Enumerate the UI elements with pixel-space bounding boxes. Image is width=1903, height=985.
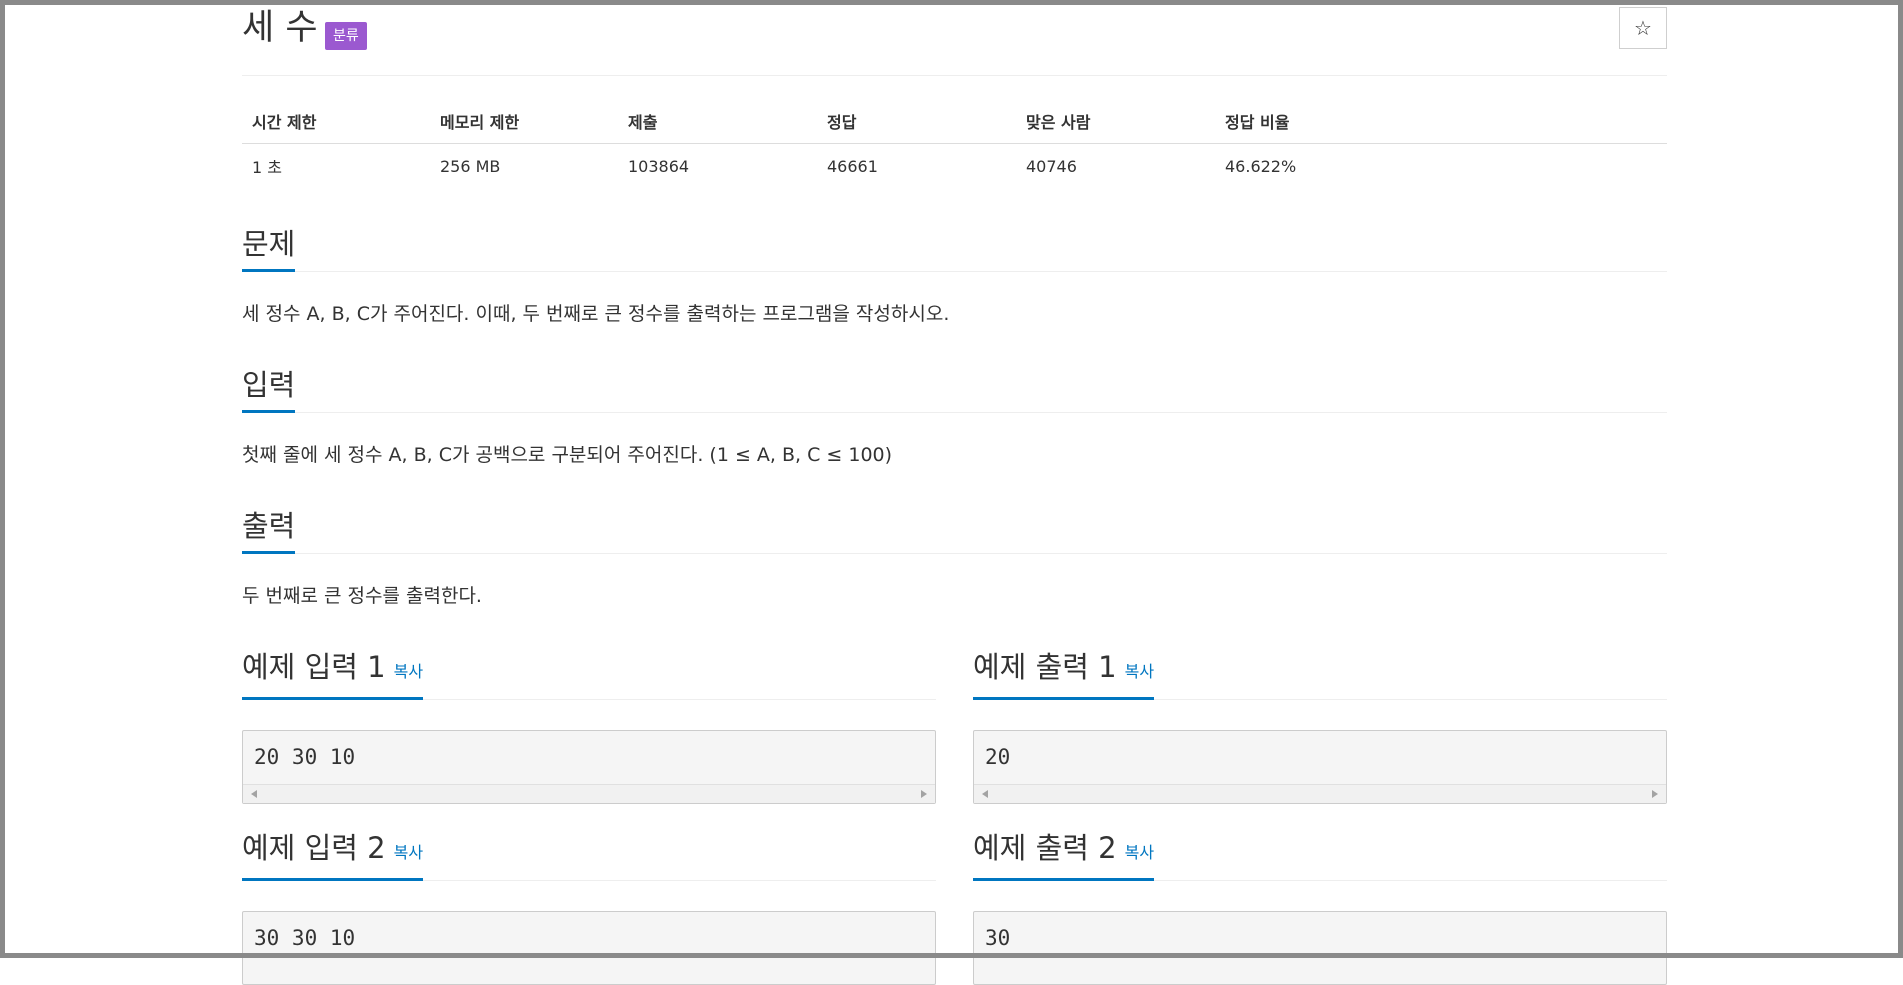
stats-header-accept-ratio: 정답 비율 (1215, 99, 1667, 144)
stats-header-memory-limit: 메모리 제한 (430, 99, 618, 144)
stats-header-time-limit: 시간 제한 (242, 99, 430, 144)
copy-button[interactable]: 복사 (1125, 843, 1154, 862)
section-header: 입력 (242, 367, 1667, 413)
sample-header: 예제 입력 1 복사 (242, 649, 936, 700)
stats-header-accepted: 정답 (817, 99, 1016, 144)
horizontal-scrollbar[interactable] (974, 784, 1666, 803)
sample-title-text: 예제 입력 1 (242, 650, 386, 684)
section-title-output: 출력 (242, 507, 296, 554)
stats-value-memory-limit: 256 MB (440, 156, 501, 176)
horizontal-scrollbar[interactable] (243, 784, 935, 803)
stats-header-submissions: 제출 (618, 99, 817, 144)
sample-title: 예제 입력 2 복사 (242, 829, 424, 881)
problem-container: 세 수 분류 ☆ 시간 제한 메모리 제한 제출 정답 맞은 사람 정답 비율 … (242, 0, 1667, 985)
favorite-star-button[interactable]: ☆ (1619, 7, 1667, 49)
sample-header: 예제 출력 2 복사 (973, 830, 1667, 881)
input-description-text: 첫째 줄에 세 정수 A, B, C가 공백으로 구분되어 주어진다. (1 ≤… (242, 444, 893, 466)
sample-data: 30 (985, 926, 1011, 950)
stats-value-time-limit: 1 초 (252, 158, 282, 177)
sample-input-2: 예제 입력 2 복사 30 30 10 (242, 830, 936, 985)
sample-data: 20 30 10 (254, 745, 356, 769)
sample-input-1: 예제 입력 1 복사 20 30 10 (242, 649, 936, 804)
stats-value-submissions: 103864 (628, 156, 690, 176)
scroll-left-arrow-icon[interactable] (251, 790, 257, 798)
sample-title: 예제 출력 2 복사 (973, 829, 1155, 881)
scroll-left-arrow-icon[interactable] (982, 790, 988, 798)
scroll-right-arrow-icon[interactable] (1652, 790, 1658, 798)
problem-description-text: 세 정수 A, B, C가 주어진다. 이때, 두 번째로 큰 정수를 출력하는… (242, 303, 950, 325)
stats-value-accept-ratio: 46.622% (1225, 156, 1297, 176)
sample-code-box[interactable]: 20 (973, 730, 1667, 804)
sample-code-box[interactable]: 30 (973, 911, 1667, 985)
sample-title-text: 예제 입력 2 (242, 831, 386, 865)
section-title-problem: 문제 (242, 225, 296, 272)
section-header: 출력 (242, 508, 1667, 554)
sample-output-2: 예제 출력 2 복사 30 (973, 830, 1667, 985)
sample-output-1: 예제 출력 1 복사 20 (973, 649, 1667, 804)
stats-value-solved-users: 40746 (1026, 156, 1077, 176)
stats-value-accepted: 46661 (827, 156, 878, 176)
sample-header: 예제 입력 2 복사 (242, 830, 936, 881)
stats-value-row: 1 초 256 MB 103864 46661 40746 46.622% (242, 144, 1667, 189)
output-description-text: 두 번째로 큰 정수를 출력한다. (242, 585, 482, 607)
copy-button[interactable]: 복사 (394, 843, 423, 862)
sample-data: 20 (985, 745, 1011, 769)
sample-title-text: 예제 출력 1 (973, 650, 1117, 684)
input-section: 입력 첫째 줄에 세 정수 A, B, C가 공백으로 구분되어 주어진다. (… (242, 367, 1667, 469)
section-header: 문제 (242, 226, 1667, 272)
stats-header-row: 시간 제한 메모리 제한 제출 정답 맞은 사람 정답 비율 (242, 99, 1667, 144)
sample-data: 30 30 10 (254, 926, 356, 950)
sample-code-box[interactable]: 30 30 10 (242, 911, 936, 985)
sample-title: 예제 출력 1 복사 (973, 648, 1155, 700)
copy-button[interactable]: 복사 (394, 662, 423, 681)
sample-code-box[interactable]: 20 30 10 (242, 730, 936, 804)
problem-title: 세 수 (242, 8, 318, 48)
section-title-input: 입력 (242, 366, 296, 413)
tag-badge[interactable]: 분류 (325, 22, 367, 50)
sample-header: 예제 출력 1 복사 (973, 649, 1667, 700)
sample-title: 예제 입력 1 복사 (242, 648, 424, 700)
copy-button[interactable]: 복사 (1125, 662, 1154, 681)
problem-stats-table: 시간 제한 메모리 제한 제출 정답 맞은 사람 정답 비율 1 초 256 M… (242, 99, 1667, 188)
output-section: 출력 두 번째로 큰 정수를 출력한다. (242, 508, 1667, 610)
sample-title-text: 예제 출력 2 (973, 831, 1117, 865)
stats-header-solved-users: 맞은 사람 (1016, 99, 1215, 144)
star-icon: ☆ (1634, 16, 1652, 40)
problem-description-section: 문제 세 정수 A, B, C가 주어진다. 이때, 두 번째로 큰 정수를 출… (242, 226, 1667, 328)
scroll-right-arrow-icon[interactable] (921, 790, 927, 798)
title-row: 세 수 분류 ☆ (242, 0, 1667, 76)
